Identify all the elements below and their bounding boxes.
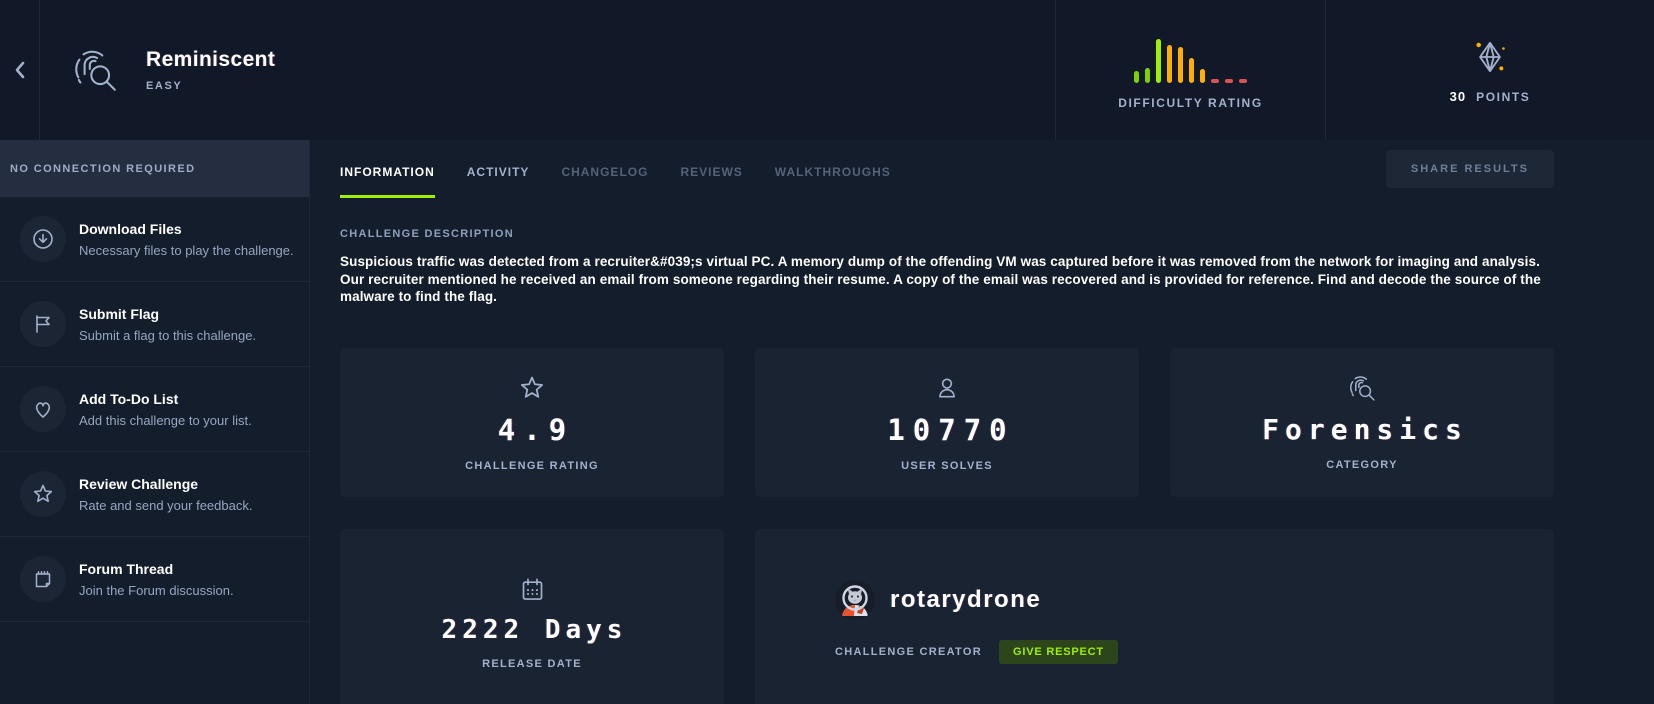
sidebar-item-subtitle: Necessary files to play the challenge.	[79, 243, 294, 258]
heart-icon	[31, 397, 55, 421]
release-date-label: RELEASE DATE	[482, 658, 582, 670]
header: Reminiscent EASY DIFFICULTY RATING 30 PO…	[0, 0, 1654, 140]
sidebar-item-title: Submit Flag	[79, 306, 256, 322]
points-label: POINTS	[1476, 90, 1530, 104]
sidebar-item-title: Review Challenge	[79, 476, 252, 492]
creator-label: CHALLENGE CREATOR	[835, 646, 982, 658]
notepad-icon	[31, 567, 55, 591]
tab-activity[interactable]: ACTIVITY	[467, 165, 530, 198]
share-results-button[interactable]: SHARE RESULTS	[1386, 150, 1554, 188]
points-value: 30	[1450, 89, 1466, 104]
release-date-card: 2222 Days RELEASE DATE	[340, 529, 724, 704]
page-title: Reminiscent	[146, 48, 275, 72]
calendar-icon	[519, 576, 546, 603]
give-respect-button[interactable]: GIVE RESPECT	[999, 640, 1118, 664]
difficulty-bar	[1239, 79, 1247, 83]
star-icon	[518, 374, 546, 402]
difficulty-bar	[1145, 68, 1150, 83]
sidebar-item-review-challenge[interactable]: Review Challenge Rate and send your feed…	[0, 452, 309, 537]
difficulty-rating-section: DIFFICULTY RATING	[1055, 0, 1325, 140]
astronaut-cat-avatar	[835, 580, 875, 620]
challenge-description-label: CHALLENGE DESCRIPTION	[340, 228, 1554, 240]
sidebar-item-subtitle: Rate and send your feedback.	[79, 498, 252, 513]
category-value: Forensics	[1256, 413, 1468, 446]
sidebar: NO CONNECTION REQUIRED Download Files Ne…	[0, 140, 310, 704]
difficulty-badge: EASY	[146, 80, 275, 92]
content: INFORMATION ACTIVITY CHANGELOG REVIEWS W…	[310, 140, 1654, 704]
creator-name[interactable]: rotarydrone	[890, 586, 1041, 614]
fingerprint-magnifier-icon	[1347, 373, 1377, 403]
challenge-description-text: Suspicious traffic was detected from a r…	[340, 253, 1554, 306]
user-solves-value: 10770	[879, 413, 1014, 447]
challenge-header: Reminiscent EASY	[40, 0, 1055, 140]
sidebar-item-title: Download Files	[79, 221, 294, 237]
gem-icon	[1473, 37, 1507, 77]
sidebar-item-download-files[interactable]: Download Files Necessary files to play t…	[0, 197, 309, 282]
tab-information[interactable]: INFORMATION	[340, 165, 435, 198]
sidebar-item-add-todo[interactable]: Add To-Do List Add this challenge to you…	[0, 367, 309, 452]
challenge-creator-card: rotarydrone CHALLENGE CREATOR GIVE RESPE…	[755, 529, 1554, 704]
tab-walkthroughs[interactable]: WALKTHROUGHS	[775, 165, 891, 198]
star-icon	[31, 482, 55, 506]
category-card: Forensics CATEGORY	[1170, 348, 1554, 497]
release-date-value: 2222 Days	[437, 615, 628, 645]
person-icon	[934, 375, 960, 401]
difficulty-bar	[1156, 39, 1161, 83]
difficulty-bar	[1134, 71, 1139, 83]
fingerprint-magnifier-icon	[70, 45, 120, 95]
challenge-rating-card: 4.9 CHALLENGE RATING	[340, 348, 724, 497]
difficulty-bar	[1167, 45, 1172, 83]
sidebar-item-subtitle: Submit a flag to this challenge.	[79, 328, 256, 343]
challenge-rating-label: CHALLENGE RATING	[465, 460, 599, 472]
back-button[interactable]	[0, 0, 40, 140]
user-solves-label: USER SOLVES	[901, 460, 993, 472]
sidebar-item-submit-flag[interactable]: Submit Flag Submit a flag to this challe…	[0, 282, 309, 367]
points-section: 30 POINTS	[1325, 0, 1654, 140]
sidebar-item-forum-thread[interactable]: Forum Thread Join the Forum discussion.	[0, 537, 309, 622]
download-icon	[31, 227, 55, 251]
user-solves-card: 10770 USER SOLVES	[755, 348, 1139, 497]
difficulty-rating-chart	[1134, 31, 1247, 83]
sidebar-item-title: Add To-Do List	[79, 391, 252, 407]
sidebar-item-subtitle: Add this challenge to your list.	[79, 413, 252, 428]
tab-changelog[interactable]: CHANGELOG	[561, 165, 648, 198]
sidebar-item-title: Forum Thread	[79, 561, 234, 577]
difficulty-bar	[1189, 58, 1194, 83]
difficulty-rating-label: DIFFICULTY RATING	[1118, 96, 1263, 110]
challenge-rating-value: 4.9	[490, 413, 574, 447]
difficulty-bar	[1178, 47, 1183, 83]
connection-banner: NO CONNECTION REQUIRED	[0, 140, 309, 197]
tab-bar: INFORMATION ACTIVITY CHANGELOG REVIEWS W…	[340, 150, 1386, 198]
challenge-description-block: CHALLENGE DESCRIPTION Suspicious traffic…	[340, 228, 1554, 306]
back-chevron-icon	[14, 61, 26, 79]
creator-avatar[interactable]	[835, 580, 875, 620]
flag-icon	[31, 312, 55, 336]
difficulty-bar	[1200, 69, 1205, 83]
sidebar-item-subtitle: Join the Forum discussion.	[79, 583, 234, 598]
difficulty-bar	[1225, 79, 1233, 83]
category-label: CATEGORY	[1326, 459, 1398, 471]
tab-reviews[interactable]: REVIEWS	[680, 165, 742, 198]
difficulty-bar	[1211, 79, 1219, 83]
